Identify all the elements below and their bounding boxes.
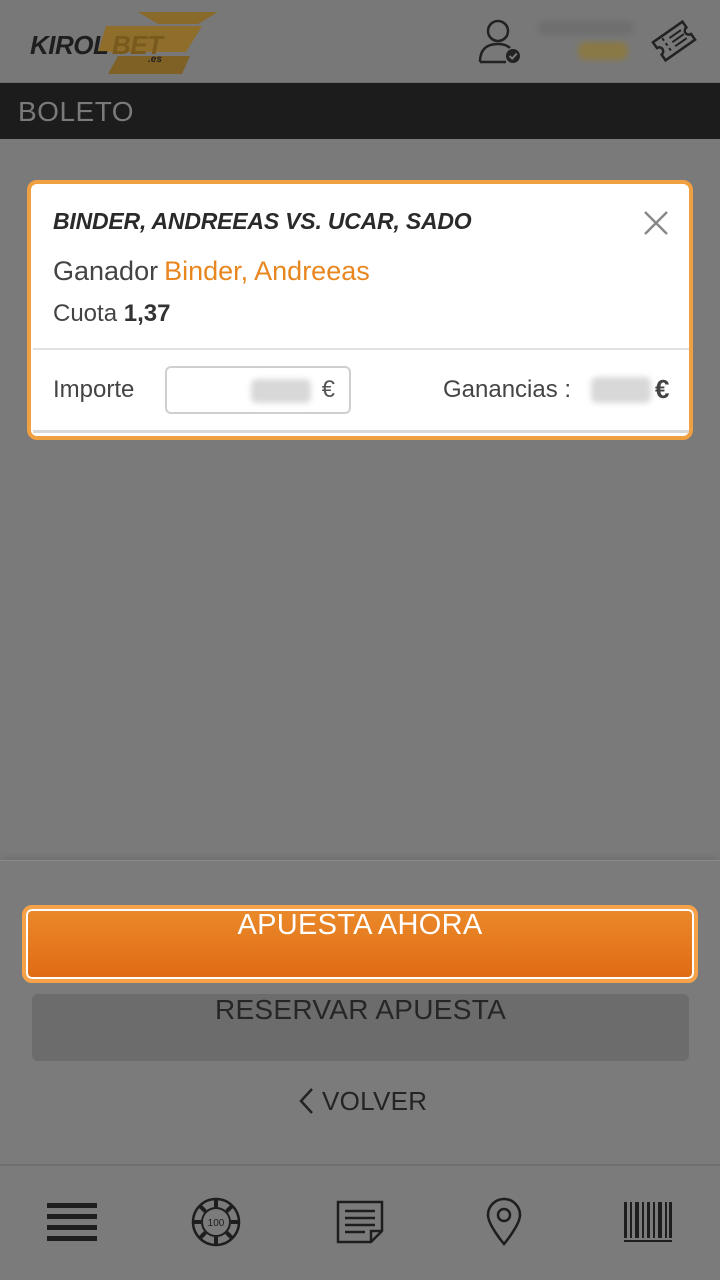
- market-line: Ganador Binder, Andreeas: [53, 256, 370, 287]
- casino-chip-icon: 100: [191, 1197, 241, 1247]
- nav-casino[interactable]: 100: [186, 1194, 246, 1250]
- ticket-icon[interactable]: [648, 18, 700, 64]
- menu-icon: [47, 1203, 97, 1241]
- logo-text-kirol: KIROL: [30, 30, 109, 60]
- nav-bet-history[interactable]: [330, 1194, 390, 1250]
- card-divider: [33, 348, 689, 350]
- selection-name: Binder, Andreeas: [164, 256, 370, 286]
- nav-barcode[interactable]: [618, 1194, 678, 1250]
- reserve-bet-button[interactable]: RESERVAR APUESTA: [32, 994, 689, 1061]
- balance-label-redacted: [538, 21, 634, 35]
- stake-input[interactable]: €: [165, 366, 351, 414]
- balance-value-redacted: [578, 42, 628, 60]
- card-bottom-border: [33, 430, 689, 433]
- bet-now-button[interactable]: APUESTA AHORA: [22, 905, 698, 983]
- odds-value: 1,37: [123, 300, 171, 327]
- nav-locations[interactable]: [474, 1194, 534, 1250]
- bet-slip-card: BINDER, ANDREEAS VS. UCAR, SADO Ganador B…: [27, 180, 693, 440]
- bet-now-label: APUESTA AHORA: [237, 909, 483, 941]
- barcode-icon: [624, 1202, 672, 1242]
- chip-label: 100: [208, 1218, 225, 1229]
- nav-menu[interactable]: [42, 1194, 102, 1250]
- document-icon: [336, 1200, 384, 1244]
- close-icon[interactable]: [639, 206, 673, 240]
- winnings-value-redacted: [591, 377, 651, 403]
- stake-currency: €: [321, 376, 335, 403]
- logo-text-es: .es: [148, 54, 162, 65]
- odds-line: Cuota 1,37: [53, 300, 170, 328]
- winnings-currency: €: [655, 374, 670, 404]
- section-title: BOLETO: [18, 96, 135, 127]
- back-link[interactable]: VOLVER: [296, 1083, 427, 1119]
- user-check-icon[interactable]: [474, 16, 524, 66]
- reserve-bet-label: RESERVAR APUESTA: [214, 994, 507, 1025]
- market-label: Ganador: [53, 256, 159, 286]
- stake-value-redacted: [251, 379, 311, 403]
- stake-label: Importe: [53, 376, 135, 403]
- kirolbet-logo[interactable]: KIROL BET .es: [28, 10, 218, 74]
- account-balance[interactable]: [536, 18, 636, 66]
- bottom-navigation: 100: [0, 1164, 720, 1280]
- bet-actions-panel: APUESTA AHORA RESERVAR APUESTA VOLVER: [0, 860, 720, 1164]
- section-header: BOLETO: [0, 83, 720, 139]
- back-label: VOLVER: [322, 1085, 428, 1116]
- winnings-label: Ganancias :: [443, 376, 572, 403]
- match-title: BINDER, ANDREEAS VS. UCAR, SADO: [53, 208, 472, 234]
- map-pin-icon: [486, 1197, 522, 1246]
- chevron-left-icon: [299, 1088, 313, 1114]
- app-header: KIROL BET .es: [0, 0, 720, 83]
- odds-label: Cuota: [53, 300, 118, 327]
